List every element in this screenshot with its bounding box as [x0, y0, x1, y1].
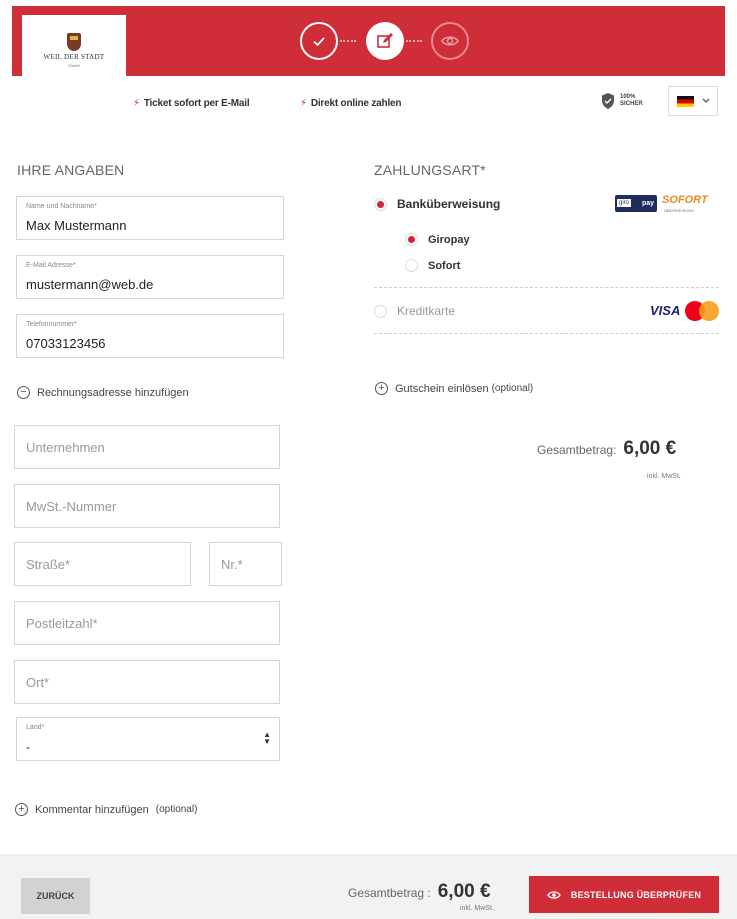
back-button[interactable]: ZURÜCK [21, 878, 90, 914]
logo-name: WEIL DER STADT [43, 53, 105, 61]
check-icon [313, 37, 325, 47]
giropay-label: Giropay [428, 233, 470, 246]
header-bar: WEIL DER STADT Eintritt [12, 6, 725, 76]
secure-badge: 100% SICHER [600, 92, 643, 110]
feature-label: Ticket sofort per E-Mail [143, 98, 250, 109]
minus-circle-icon: − [17, 386, 30, 399]
step-divider [340, 40, 356, 42]
city-input[interactable]: Ort* [14, 660, 280, 704]
step-active [366, 22, 404, 60]
feature-label: Direkt online zahlen [310, 98, 402, 109]
secure-percent: 100% [620, 94, 636, 100]
eye-icon [441, 36, 459, 46]
total-label: Gesamtbetrag: [537, 443, 617, 457]
sofort-logo-sub: ÜBERWEISUNG [664, 208, 695, 213]
divider [374, 333, 719, 334]
shield-icon [602, 93, 614, 109]
voucher-optional: (optional) [491, 383, 534, 394]
country-select[interactable]: Land* - ▲ ▼ [16, 717, 280, 761]
radio-unselected-icon [374, 304, 387, 318]
secure-label: SICHER [620, 101, 643, 107]
logo-sub: Eintritt [68, 63, 80, 68]
divider [374, 287, 719, 288]
plus-circle-icon: + [375, 382, 388, 395]
personal-title: IHRE ANGABEN [17, 162, 125, 178]
company-input[interactable]: Unternehmen [14, 425, 280, 469]
step-divider [406, 40, 422, 42]
email-value: mustermann@web.de [26, 277, 154, 292]
chevron-down-icon [702, 98, 709, 103]
logo[interactable]: WEIL DER STADT Eintritt [22, 15, 126, 76]
radio-credit-card[interactable]: Kreditkarte [374, 304, 455, 318]
sofort-logo: SOFORT [662, 194, 708, 206]
payment-title: ZAHLUNGSART* [374, 162, 486, 178]
country-value: - [26, 740, 30, 754]
name-field[interactable]: Name und Nachname* Max Mustermann [16, 196, 284, 240]
total-amount: 6,00 € [623, 438, 677, 459]
plus-circle-icon: + [15, 803, 28, 816]
email-field[interactable]: E-Mail Adresse* mustermann@web.de [16, 255, 284, 299]
summary-total: Gesamtbetrag: 6,00 € [537, 438, 676, 460]
phone-label: Telefonnummer* [26, 321, 77, 328]
radio-giropay[interactable]: Giropay [405, 233, 470, 246]
phone-field[interactable]: Telefonnummer* 07033123456 [16, 314, 284, 358]
lightning-icon: ⚡ [300, 98, 307, 109]
name-label: Name und Nachname* [26, 203, 97, 210]
visa-logo: VISA [650, 303, 681, 318]
de-flag-icon [676, 95, 694, 107]
language-select[interactable] [668, 86, 718, 116]
name-value: Max Mustermann [26, 218, 127, 233]
lightning-icon: ⚡ [133, 98, 140, 109]
radio-bank-transfer[interactable]: Banküberweisung [374, 197, 500, 211]
select-arrows-icon: ▲ ▼ [263, 730, 271, 746]
street-input[interactable]: Straße* [14, 542, 191, 586]
voucher-label: Gutschein einlösen [395, 382, 489, 395]
comment-toggle-label: Kommentar hinzufügen [35, 803, 149, 816]
footer-vat-note: inkl. MwSt. [460, 905, 494, 912]
radio-selected-icon [405, 233, 418, 246]
comment-toggle[interactable]: + Kommentar hinzufügen (optional) [15, 803, 197, 816]
step-next [431, 22, 469, 60]
footer-total: Gesamtbetrag : 6,00 € [348, 881, 491, 903]
credit-card-label: Kreditkarte [397, 304, 456, 318]
billing-address-toggle[interactable]: − Rechnungsadresse hinzufügen [17, 386, 189, 399]
edit-icon [377, 33, 393, 48]
bank-transfer-label: Banküberweisung [397, 197, 501, 211]
sofort-label: Sofort [428, 259, 461, 272]
house-number-input[interactable]: Nr.* [209, 542, 282, 586]
feature-payment: ⚡ Direkt online zahlen [300, 98, 401, 109]
crest-icon [67, 33, 81, 51]
billing-toggle-label: Rechnungsadresse hinzufügen [37, 386, 189, 399]
review-order-button[interactable]: BESTELLUNG ÜBERPRÜFEN [529, 876, 719, 913]
giropay-logo-left: giro [617, 199, 632, 207]
giropay-logo: giro pay [615, 195, 657, 212]
email-label: E-Mail Adresse* [26, 262, 76, 269]
voucher-toggle[interactable]: + Gutschein einlösen (optional) [375, 382, 533, 395]
comment-optional: (optional) [155, 804, 198, 815]
mastercard-icon [685, 301, 719, 321]
review-label: BESTELLUNG ÜBERPRÜFEN [570, 889, 702, 900]
zip-input[interactable]: Postleitzahl* [14, 601, 280, 645]
radio-unselected-icon [405, 259, 418, 272]
radio-selected-icon [374, 197, 387, 211]
eye-icon [547, 890, 561, 899]
phone-value: 07033123456 [26, 336, 106, 351]
giropay-logo-right: pay [641, 200, 654, 207]
country-label: Land* [26, 724, 45, 731]
radio-sofort[interactable]: Sofort [405, 259, 460, 272]
feature-ticket: ⚡ Ticket sofort per E-Mail [133, 98, 250, 109]
footer-total-amount: 6,00 € [437, 881, 491, 902]
vat-note: inkl. MwSt. [647, 473, 681, 480]
step-done[interactable] [300, 22, 338, 60]
vat-number-input[interactable]: MwSt.-Nummer [14, 484, 280, 528]
footer-total-label: Gesamtbetrag : [348, 886, 431, 900]
